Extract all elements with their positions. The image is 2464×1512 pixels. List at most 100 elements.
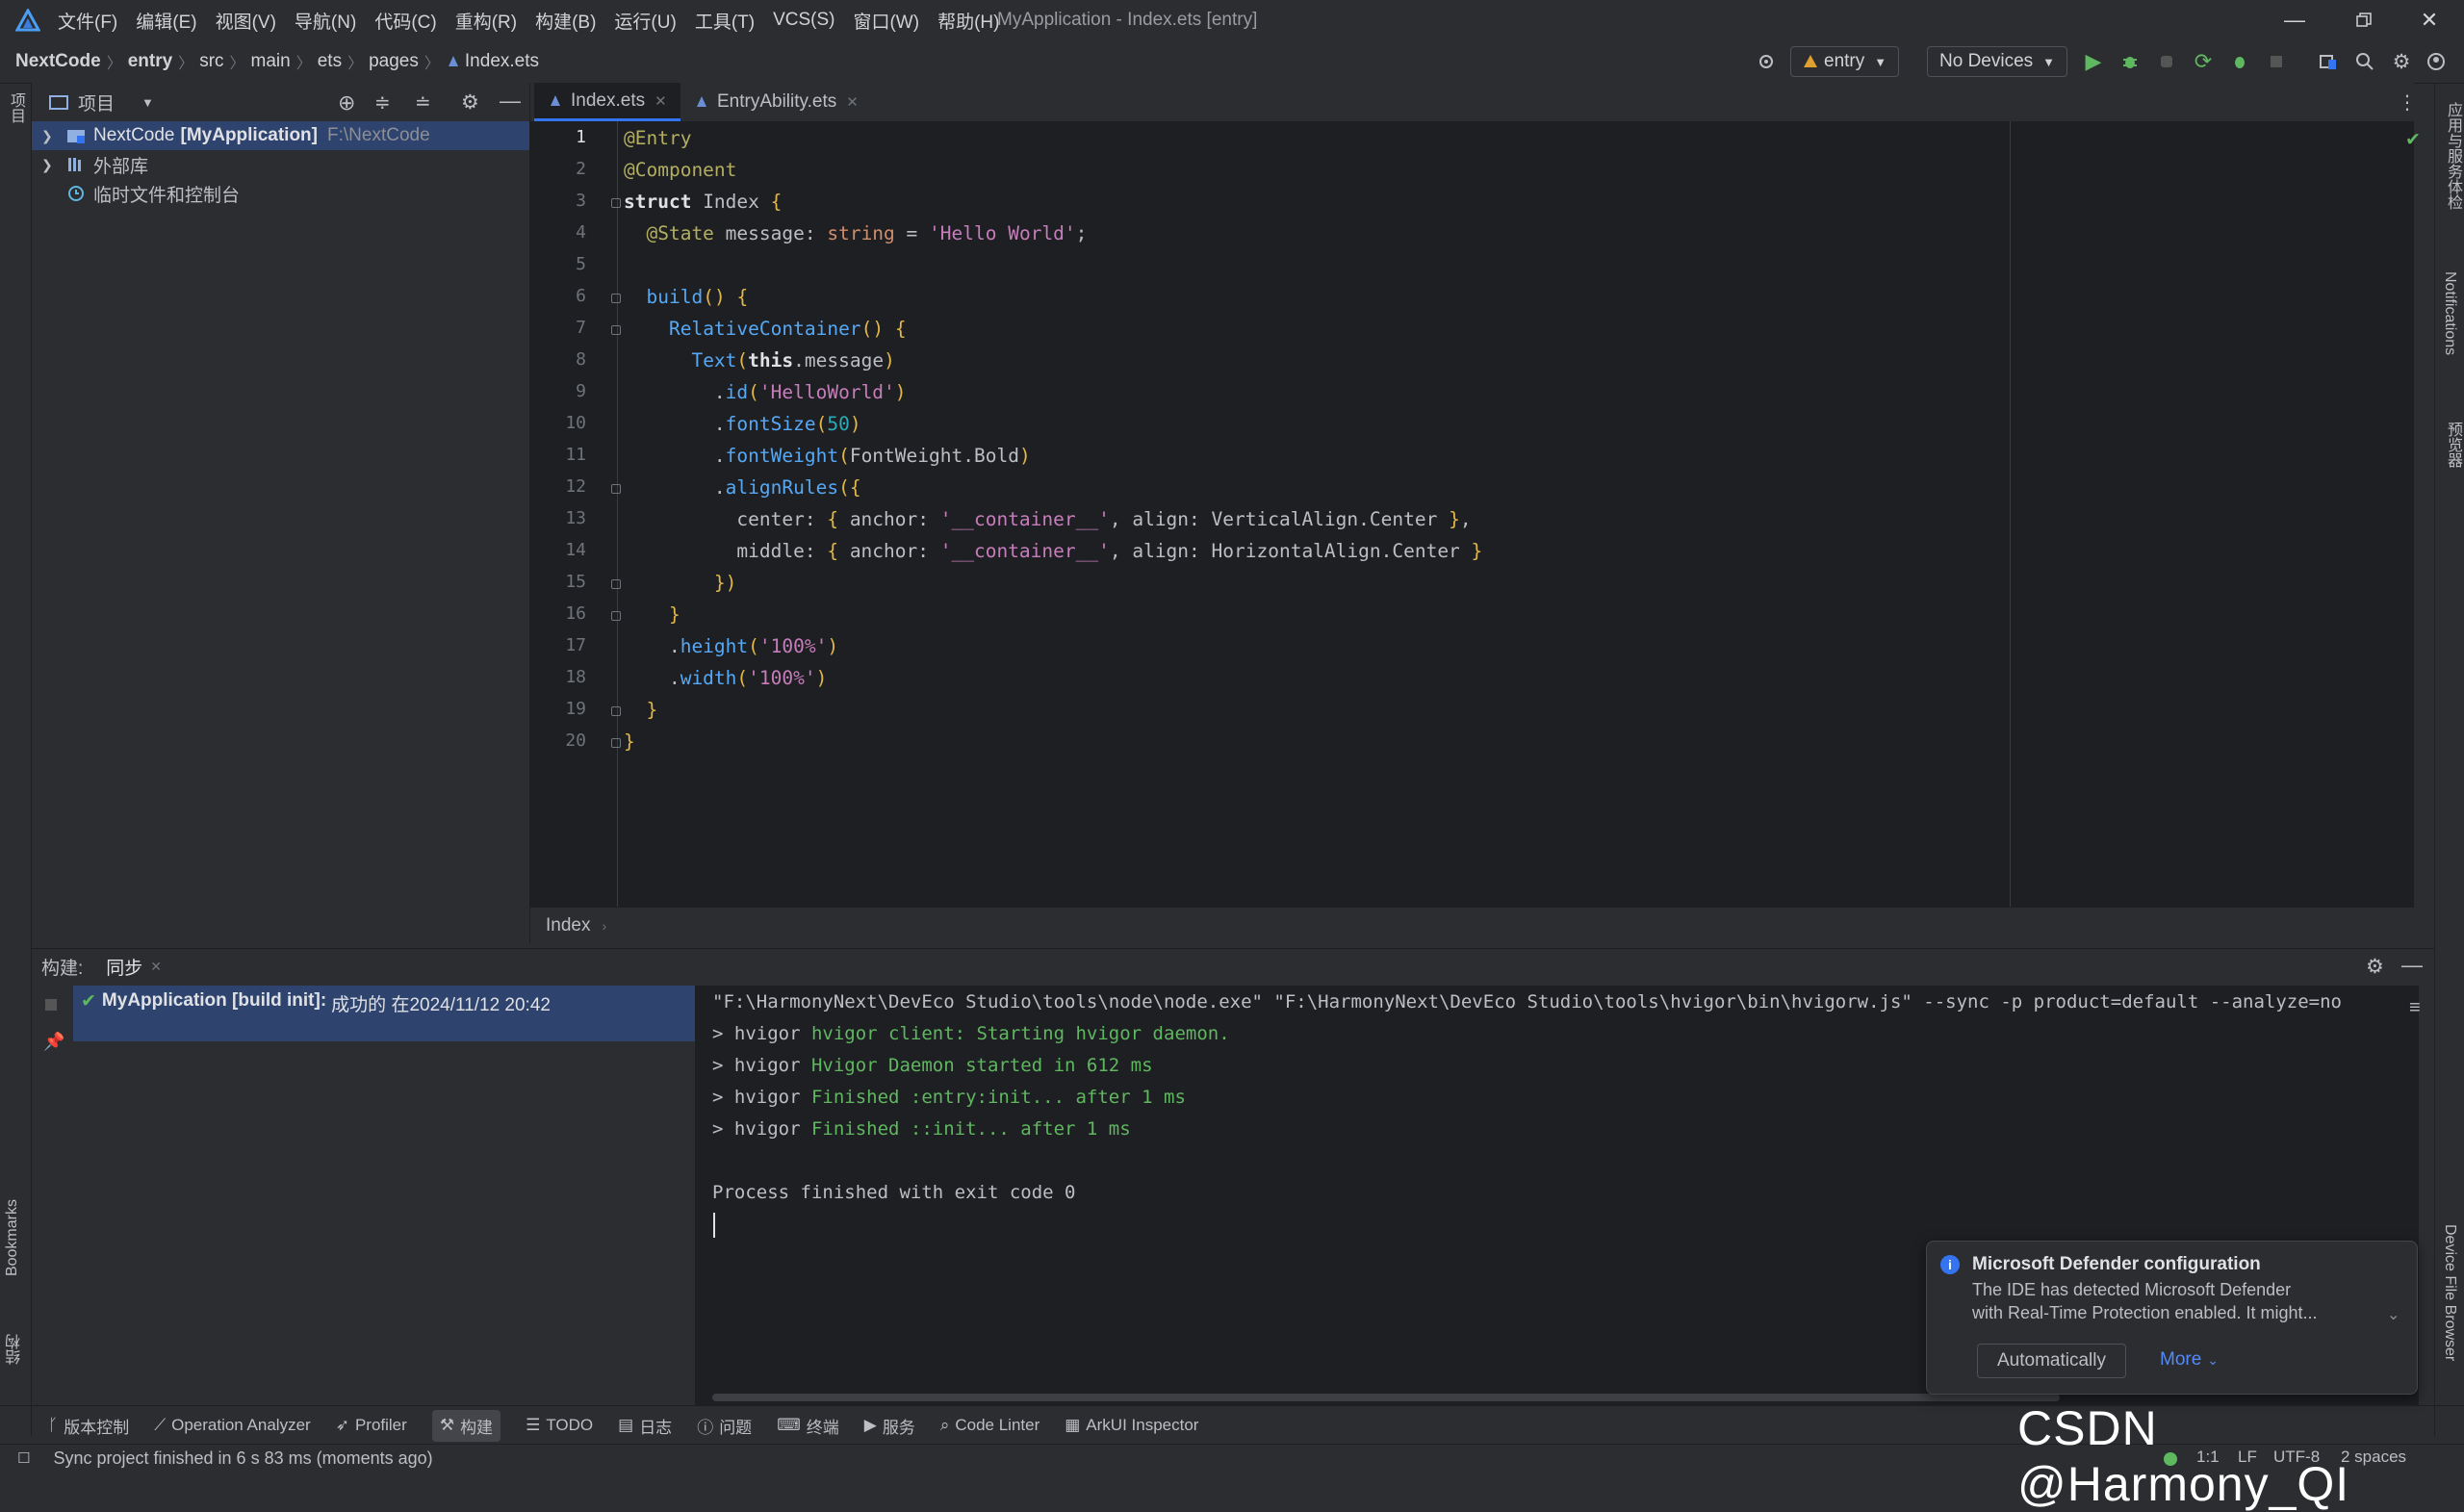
tree-item-scratches[interactable]: 临时文件和控制台 (32, 179, 529, 208)
tool-profiler[interactable]: ➶ Profiler (336, 1416, 407, 1435)
code-line[interactable]: } (624, 603, 680, 626)
fold-marker-icon[interactable] (611, 484, 621, 494)
tree-item-project[interactable]: ❯ NextCode [MyApplication] F:\NextCode (32, 121, 529, 150)
tool-terminal[interactable]: ⌨ 终端 (777, 1414, 839, 1438)
bookmarks-tool-button[interactable]: Bookmarks (4, 1199, 21, 1282)
menu-window[interactable]: 窗口(W) (853, 8, 919, 34)
stop-icon[interactable] (2262, 46, 2291, 77)
status-window-icon[interactable]: ☐ (17, 1449, 30, 1467)
breadcrumb-project[interactable]: NextCode (15, 51, 101, 72)
gear-icon[interactable]: ⚙ (461, 90, 479, 115)
restore-button[interactable] (2329, 0, 2399, 40)
menu-help[interactable]: 帮助(H) (937, 8, 999, 34)
code-line[interactable]: .fontSize(50) (624, 413, 861, 435)
close-button[interactable]: ✕ (2395, 0, 2464, 40)
tool-problems[interactable]: ⓘ 问题 (697, 1414, 752, 1438)
breadcrumb-ets[interactable]: ets (318, 51, 342, 72)
tool-code-linter[interactable]: ⌕ Code Linter (940, 1416, 1040, 1435)
code-line[interactable]: @Component (624, 159, 736, 181)
menu-navigate[interactable]: 导航(N) (295, 8, 356, 34)
debug-icon[interactable] (2116, 46, 2144, 77)
tool-todo[interactable]: ☰ TODO (526, 1416, 593, 1435)
run-config-select[interactable]: entry ▼ (1790, 46, 1900, 77)
editor-scrollbar[interactable] (2419, 160, 2426, 901)
menu-file[interactable]: 文件(F) (58, 8, 117, 34)
menu-view[interactable]: 视图(V) (216, 8, 276, 34)
close-icon[interactable]: ✕ (654, 92, 667, 110)
chevron-right-icon[interactable]: ❯ (41, 157, 61, 173)
automatically-button[interactable]: Automatically (1977, 1344, 2126, 1378)
status-message[interactable]: Sync project finished in 6 s 83 ms (mome… (53, 1448, 432, 1469)
pin-icon[interactable]: 📌 (43, 1032, 64, 1052)
tab-index-ets[interactable]: Index.ets ✕ (534, 83, 680, 121)
menu-edit[interactable]: 编辑(E) (136, 8, 196, 34)
code-line[interactable]: center: { anchor: '__container__', align… (624, 508, 1471, 530)
tool-version-control[interactable]: ᚴ 版本控制 (48, 1414, 129, 1438)
account-icon[interactable] (2422, 46, 2451, 77)
chevron-down-icon[interactable]: ▼ (141, 95, 154, 110)
breadcrumb-src[interactable]: src (199, 51, 223, 72)
code-line[interactable]: @Entry (624, 127, 691, 149)
fold-marker-icon[interactable] (611, 579, 621, 589)
code-line[interactable]: struct Index { (624, 191, 782, 213)
soft-wrap-icon[interactable]: ≡ (2409, 997, 2421, 1019)
code-line[interactable]: middle: { anchor: '__container__', align… (624, 540, 1482, 562)
search-icon[interactable] (2350, 46, 2379, 77)
tool-build[interactable]: ⚒ 构建 (431, 1409, 501, 1442)
code-line[interactable]: .fontWeight(FontWeight.Bold) (624, 445, 1031, 467)
fold-marker-icon[interactable] (611, 611, 621, 621)
code-area[interactable]: @Entry @Component struct Index { @State me… (624, 121, 2356, 907)
menu-build[interactable]: 构建(B) (535, 8, 596, 34)
breadcrumb-struct[interactable]: Index (546, 915, 590, 936)
menu-tools[interactable]: 工具(T) (695, 8, 755, 34)
code-line[interactable]: .alignRules({ (624, 476, 861, 499)
tool-operation-analyzer[interactable]: ⟋ Operation Analyzer (154, 1416, 311, 1435)
device-file-browser-tool-button[interactable]: Device File Browser (2441, 1224, 2464, 1367)
menu-refactor[interactable]: 重构(R) (455, 8, 517, 34)
build-tree-item[interactable]: ✔ MyApplication [build init]: 成功的 在2024/… (73, 986, 695, 1041)
tool-log[interactable]: ▤ 日志 (618, 1414, 672, 1438)
gear-icon[interactable]: ⚙ (2387, 46, 2416, 77)
tab-sync[interactable]: 同步 (106, 954, 142, 980)
fold-marker-icon[interactable] (611, 325, 621, 335)
more-link[interactable]: More ⌄ (2160, 1344, 2219, 1376)
tab-entryability-ets[interactable]: EntryAbility.ets ✕ (680, 83, 872, 121)
hide-panel-icon[interactable]: — (2401, 953, 2423, 978)
project-panel-title[interactable]: 项目 (78, 90, 115, 115)
code-line[interactable]: } (624, 699, 657, 721)
code-line[interactable]: .height('100%') (624, 635, 838, 657)
close-icon[interactable]: ✕ (846, 93, 859, 111)
code-line[interactable]: Text(this.message) (624, 349, 894, 372)
attach-debugger-icon[interactable] (2152, 46, 2181, 77)
horizontal-scrollbar[interactable] (712, 1394, 2060, 1401)
run-icon[interactable]: ▶ (2079, 46, 2108, 77)
apply-changes-icon[interactable]: ⟳ (2189, 46, 2218, 77)
menu-code[interactable]: 代码(C) (374, 8, 436, 34)
fold-marker-icon[interactable] (611, 706, 621, 716)
breadcrumb-file[interactable]: Index.ets (465, 51, 539, 72)
chevron-down-icon[interactable]: ⌄ (2387, 1305, 2400, 1324)
device-manager-icon[interactable] (2314, 46, 2343, 77)
menu-run[interactable]: 运行(U) (614, 8, 676, 34)
locate-icon[interactable]: ⊕ (338, 90, 355, 115)
fold-marker-icon[interactable] (611, 294, 621, 303)
notifications-tool-button[interactable]: Notifications (2441, 271, 2458, 361)
device-select[interactable]: No Devices ▼ (1927, 46, 2068, 77)
code-line[interactable]: .width('100%') (624, 667, 827, 689)
breadcrumb-main[interactable]: main (251, 51, 291, 72)
close-icon[interactable]: ✕ (150, 959, 162, 975)
minimize-button[interactable]: — (2260, 0, 2329, 40)
target-icon[interactable] (1752, 46, 1781, 77)
fold-marker-icon[interactable] (611, 738, 621, 748)
fold-marker-icon[interactable] (611, 198, 621, 208)
code-line[interactable]: build() { (624, 286, 748, 308)
collapse-all-icon[interactable]: ≐ (415, 90, 431, 115)
code-line[interactable]: }) (624, 572, 737, 594)
breadcrumb-module[interactable]: entry (128, 51, 172, 72)
code-line[interactable]: .id('HelloWorld') (624, 381, 907, 403)
tool-arkui-inspector[interactable]: ▦ ArkUI Inspector (1065, 1416, 1198, 1435)
more-options-icon[interactable]: ⋮ (2398, 90, 2417, 115)
code-line[interactable]: @State message: string = 'Hello World'; (624, 222, 1087, 244)
menu-vcs[interactable]: VCS(S) (773, 10, 834, 31)
breadcrumb-pages[interactable]: pages (369, 51, 419, 72)
